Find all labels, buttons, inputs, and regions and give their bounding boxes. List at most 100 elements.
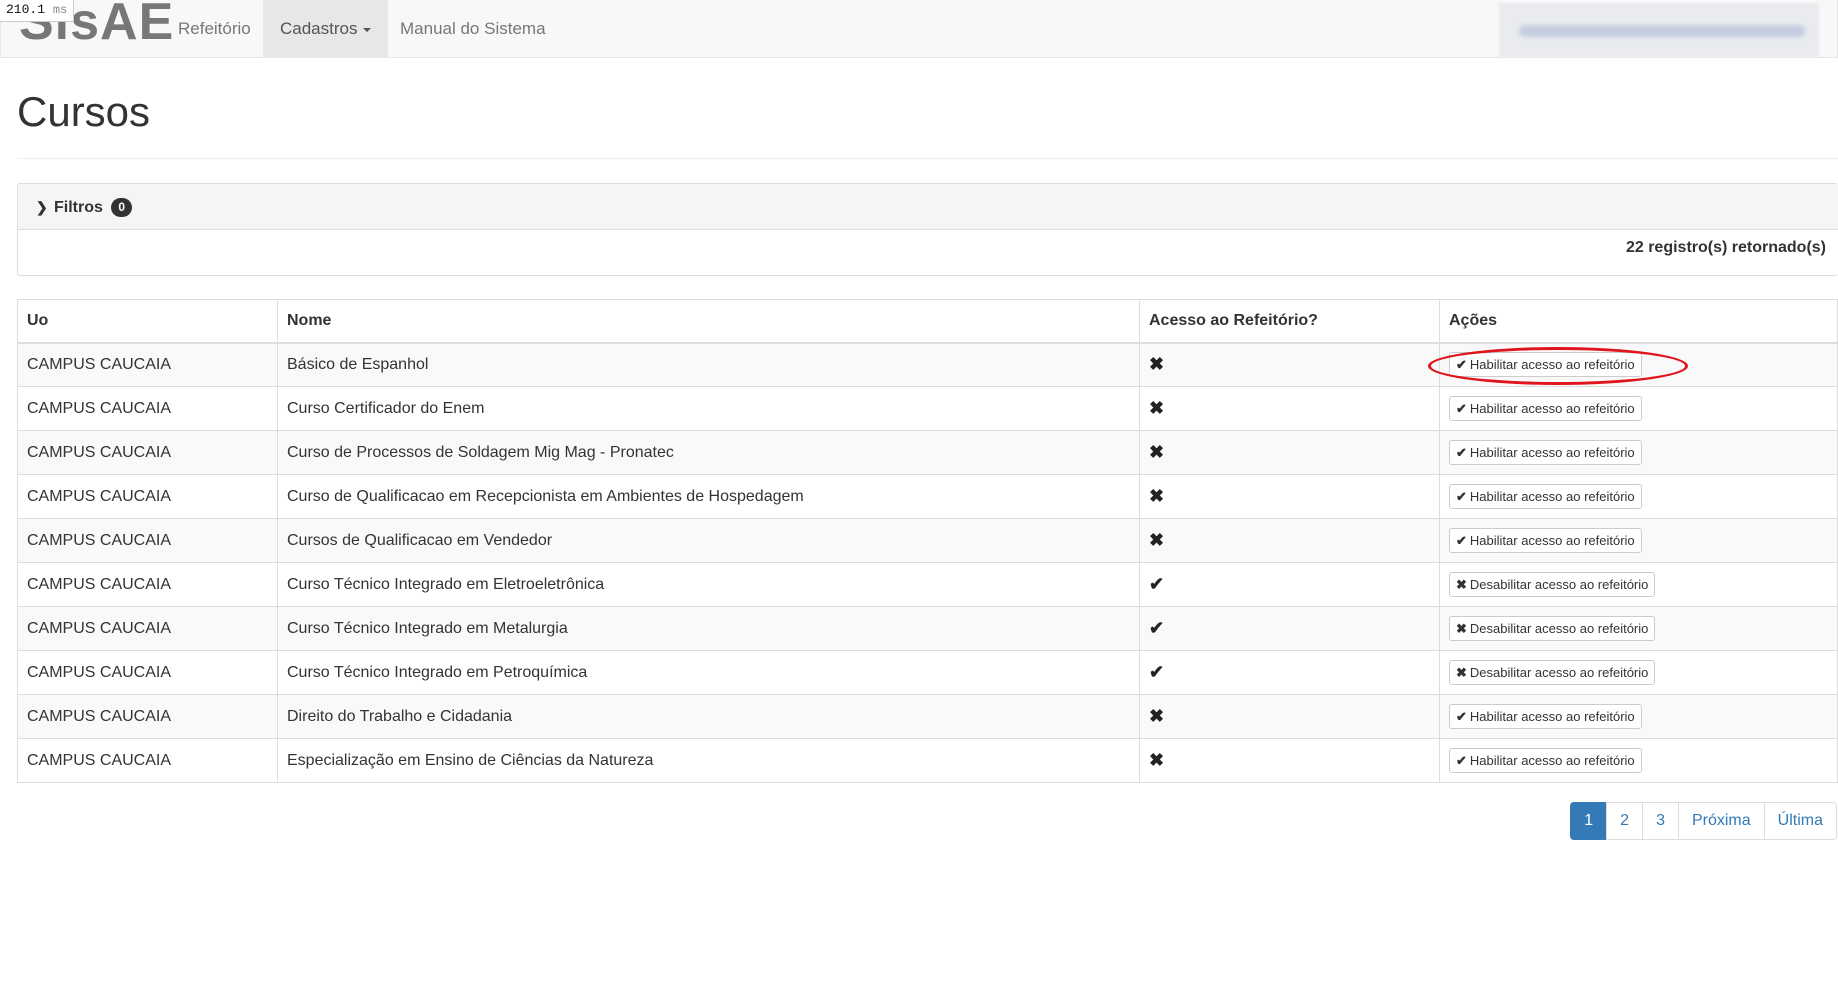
cell-acesso: ✔ bbox=[1139, 606, 1440, 651]
cell-acoes: ✖ Desabilitar acesso ao refeitório bbox=[1439, 650, 1838, 695]
cell-uo: CAMPUS CAUCAIA bbox=[17, 474, 278, 519]
cell-nome: Cursos de Qualificacao em Vendedor bbox=[277, 518, 1140, 563]
cell-acesso: ✖ bbox=[1139, 386, 1440, 431]
nav-cadastros-label: Cadastros bbox=[280, 19, 358, 38]
cell-uo: CAMPUS CAUCAIA bbox=[17, 606, 278, 651]
table-row: CAMPUS CAUCAIA Especialização em Ensino d… bbox=[17, 738, 1838, 783]
check-icon: ✔ bbox=[1456, 489, 1467, 504]
page-title: Cursos bbox=[17, 88, 151, 135]
courses-table: Uo Nome Acesso ao Refeitório? Ações CAMP… bbox=[17, 299, 1838, 783]
x-icon: ✖ bbox=[1456, 577, 1467, 592]
table-row: CAMPUS CAUCAIA Curso de Qualificacao em R… bbox=[17, 474, 1838, 519]
cell-acesso: ✖ bbox=[1139, 694, 1440, 739]
button-label: Desabilitar acesso ao refeitório bbox=[1469, 577, 1649, 592]
x-icon: ✖ bbox=[1149, 442, 1165, 462]
check-icon: ✔ bbox=[1149, 574, 1165, 594]
cell-uo: CAMPUS CAUCAIA bbox=[17, 562, 278, 607]
cell-uo: CAMPUS CAUCAIA bbox=[17, 738, 278, 783]
disable-access-button[interactable]: ✖ Desabilitar acesso ao refeitório bbox=[1449, 660, 1656, 685]
page-3[interactable]: 3 bbox=[1642, 802, 1679, 840]
timing-readout: 210.1 ms bbox=[0, 0, 75, 22]
cell-acoes: ✔ Habilitar acesso ao refeitório bbox=[1439, 430, 1838, 475]
cell-acoes: ✔ Habilitar acesso ao refeitório bbox=[1439, 694, 1838, 739]
cell-uo: CAMPUS CAUCAIA bbox=[17, 386, 278, 431]
check-icon: ✔ bbox=[1456, 445, 1467, 460]
cell-nome: Curso Técnico Integrado em Petroquímica bbox=[277, 650, 1140, 695]
button-label: Desabilitar acesso ao refeitório bbox=[1469, 621, 1649, 636]
button-label: Habilitar acesso ao refeitório bbox=[1469, 445, 1635, 460]
cell-acesso: ✔ bbox=[1139, 562, 1440, 607]
x-icon: ✖ bbox=[1149, 530, 1165, 550]
cell-nome: Curso Técnico Integrado em Eletroeletrôn… bbox=[277, 562, 1140, 607]
divider bbox=[17, 158, 1838, 159]
x-icon: ✖ bbox=[1149, 354, 1165, 375]
cell-acoes: ✔ Habilitar acesso ao refeitório bbox=[1439, 474, 1838, 519]
filters-toggle[interactable]: ❯ Filtros 0 bbox=[18, 184, 1838, 230]
table-row: CAMPUS CAUCAIA Cursos de Qualificacao em … bbox=[17, 518, 1838, 563]
button-label: Habilitar acesso ao refeitório bbox=[1469, 401, 1635, 416]
cell-acoes: ✖ Desabilitar acesso ao refeitório bbox=[1439, 562, 1838, 607]
nav-manual[interactable]: Manual do Sistema bbox=[383, 0, 563, 57]
filters-label: Filtros bbox=[54, 199, 103, 216]
navbar: SisAE Refeitório Cadastros Manual do Sis… bbox=[0, 0, 1838, 58]
col-acesso[interactable]: Acesso ao Refeitório? bbox=[1139, 299, 1440, 344]
cell-acoes: ✔ Habilitar acesso ao refeitório bbox=[1439, 342, 1838, 387]
cell-acesso: ✖ bbox=[1139, 474, 1440, 519]
disable-access-button[interactable]: ✖ Desabilitar acesso ao refeitório bbox=[1449, 572, 1656, 597]
pagination: 1 2 3 Próxima Última bbox=[1570, 802, 1837, 840]
table-row: CAMPUS CAUCAIA Curso Técnico Integrado em… bbox=[17, 650, 1838, 695]
enable-access-button[interactable]: ✔ Habilitar acesso ao refeitório bbox=[1449, 352, 1642, 378]
x-icon: ✖ bbox=[1149, 398, 1165, 418]
nav-refeitorio[interactable]: Refeitório bbox=[161, 0, 268, 57]
table-row: CAMPUS CAUCAIA Básico de Espanhol ✖ ✔ Habili… bbox=[17, 342, 1838, 387]
disable-access-button[interactable]: ✖ Desabilitar acesso ao refeitório bbox=[1449, 616, 1656, 641]
button-label: Habilitar acesso ao refeitório bbox=[1469, 533, 1635, 548]
col-acoes: Ações bbox=[1439, 299, 1838, 344]
cell-acesso: ✖ bbox=[1139, 518, 1440, 563]
check-icon: ✔ bbox=[1456, 533, 1467, 548]
col-uo[interactable]: Uo bbox=[17, 299, 278, 344]
cell-nome: Curso de Qualificacao em Recepcionista e… bbox=[277, 474, 1140, 519]
record-count: 22 registro(s) retornado(s) bbox=[1625, 239, 1826, 256]
button-label: Habilitar acesso ao refeitório bbox=[1469, 709, 1635, 724]
page-2[interactable]: 2 bbox=[1606, 802, 1644, 840]
user-menu[interactable] bbox=[1499, 3, 1819, 57]
nav-cadastros-dropdown[interactable]: Cadastros bbox=[263, 0, 389, 57]
cell-acesso: ✖ bbox=[1139, 342, 1440, 387]
check-icon: ✔ bbox=[1149, 662, 1165, 682]
table-row: CAMPUS CAUCAIA Curso de Processos de Sold… bbox=[17, 430, 1838, 475]
check-icon: ✔ bbox=[1456, 753, 1467, 768]
enable-access-button[interactable]: ✔ Habilitar acesso ao refeitório bbox=[1449, 748, 1642, 773]
cell-acoes: ✖ Desabilitar acesso ao refeitório bbox=[1439, 606, 1838, 651]
cell-uo: CAMPUS CAUCAIA bbox=[17, 430, 278, 475]
filters-panel: ❯ Filtros 0 22 registro(s) retornado(s) bbox=[17, 183, 1838, 276]
page-1[interactable]: 1 bbox=[1570, 802, 1608, 840]
x-icon: ✖ bbox=[1149, 486, 1165, 506]
cell-acoes: ✔ Habilitar acesso ao refeitório bbox=[1439, 738, 1838, 783]
col-nome[interactable]: Nome bbox=[277, 299, 1140, 344]
cell-uo: CAMPUS CAUCAIA bbox=[17, 342, 278, 387]
cell-acoes: ✔ Habilitar acesso ao refeitório bbox=[1439, 518, 1838, 563]
x-icon: ✖ bbox=[1149, 750, 1165, 770]
page-next[interactable]: Próxima bbox=[1677, 802, 1765, 840]
enable-access-button[interactable]: ✔ Habilitar acesso ao refeitório bbox=[1449, 440, 1642, 465]
check-icon: ✔ bbox=[1456, 357, 1467, 373]
table-row: CAMPUS CAUCAIA Curso Técnico Integrado em… bbox=[17, 562, 1838, 607]
x-icon: ✖ bbox=[1456, 621, 1467, 636]
check-icon: ✔ bbox=[1456, 709, 1467, 724]
cell-nome: Básico de Espanhol bbox=[277, 342, 1140, 387]
x-icon: ✖ bbox=[1149, 706, 1165, 726]
table-header-row: Uo Nome Acesso ao Refeitório? Ações bbox=[17, 299, 1838, 344]
x-icon: ✖ bbox=[1456, 665, 1467, 680]
cell-acesso: ✖ bbox=[1139, 738, 1440, 783]
enable-access-button[interactable]: ✔ Habilitar acesso ao refeitório bbox=[1449, 396, 1642, 421]
enable-access-button[interactable]: ✔ Habilitar acesso ao refeitório bbox=[1449, 704, 1642, 729]
user-name-redacted bbox=[1519, 25, 1805, 37]
enable-access-button[interactable]: ✔ Habilitar acesso ao refeitório bbox=[1449, 484, 1642, 509]
button-label: Habilitar acesso ao refeitório bbox=[1469, 753, 1635, 768]
page-last[interactable]: Última bbox=[1763, 802, 1837, 840]
check-icon: ✔ bbox=[1456, 401, 1467, 416]
cell-nome: Curso Técnico Integrado em Metalurgia bbox=[277, 606, 1140, 651]
enable-access-button[interactable]: ✔ Habilitar acesso ao refeitório bbox=[1449, 528, 1642, 553]
cell-nome: Direito do Trabalho e Cidadania bbox=[277, 694, 1140, 739]
